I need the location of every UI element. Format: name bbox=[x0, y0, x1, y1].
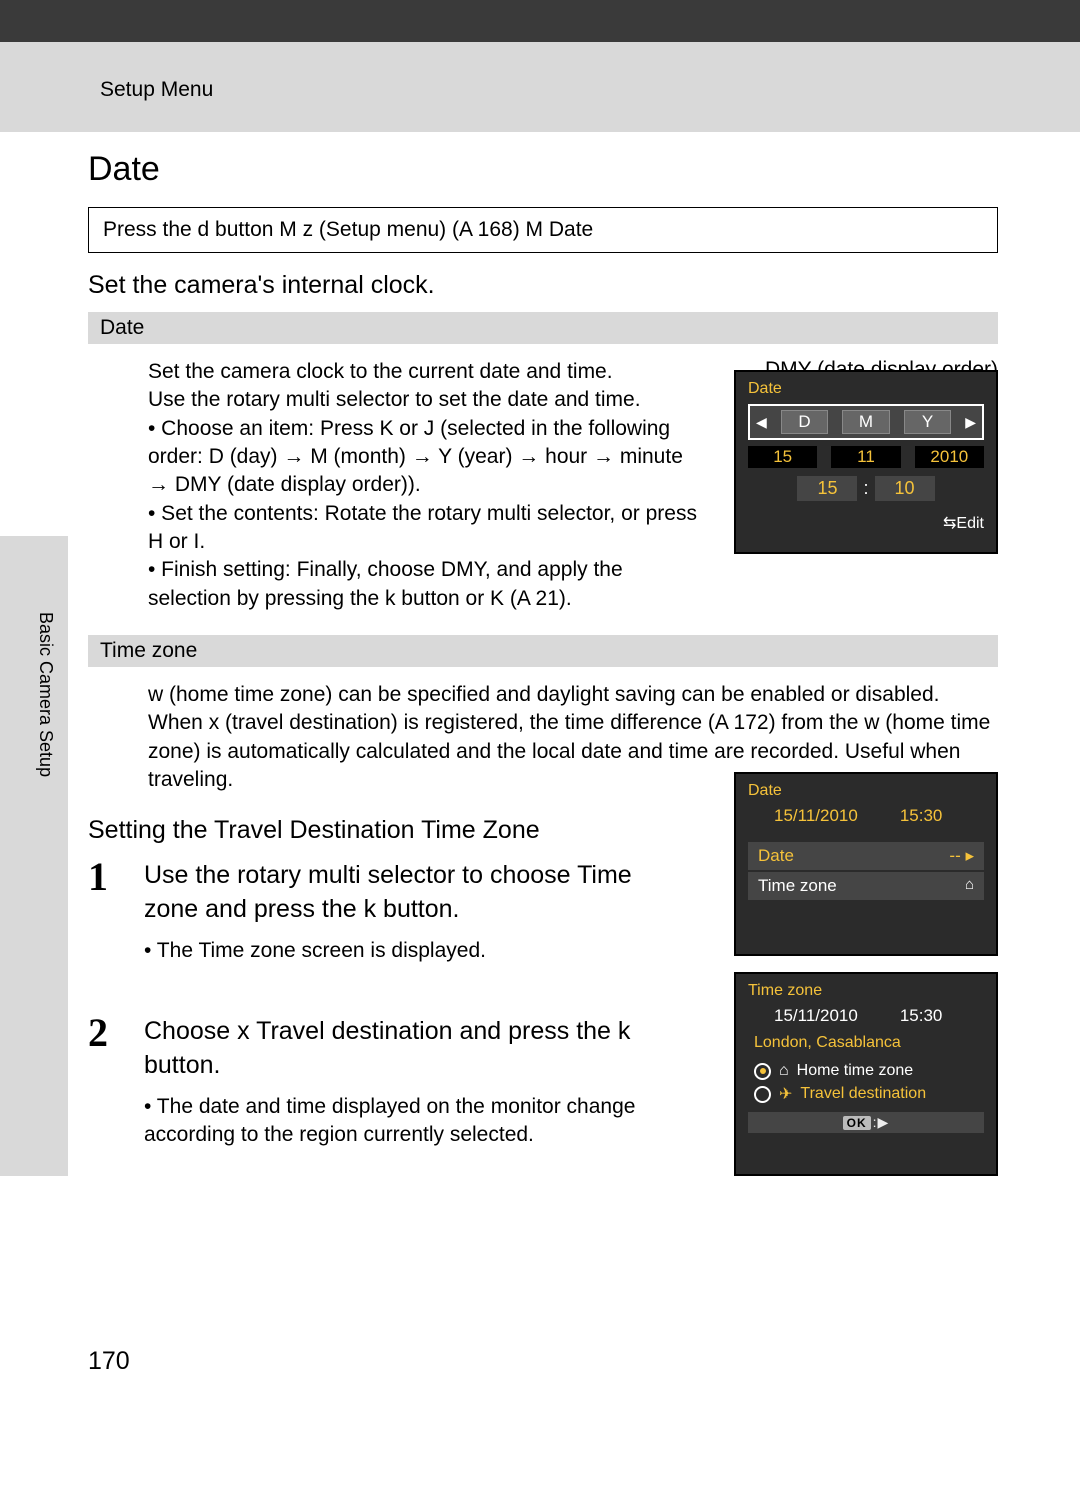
lcd1-month: 11 bbox=[831, 446, 900, 468]
plane-icon: ✈ bbox=[779, 1084, 792, 1104]
lcd2-date: 15/11/2010 bbox=[774, 806, 858, 826]
page-title: Date bbox=[88, 150, 998, 189]
header-light-bar: Setup Menu bbox=[0, 42, 1080, 132]
ok-badge: OK bbox=[843, 1116, 871, 1130]
lcd2-item-date: Date bbox=[758, 846, 794, 866]
step-2-note: • The date and time displayed on the mon… bbox=[144, 1093, 664, 1150]
step-2-num: 2 bbox=[88, 1009, 108, 1056]
lcd3-opt2: Travel destination bbox=[800, 1085, 926, 1103]
lcd2-item-tz: Time zone bbox=[758, 876, 837, 896]
side-tab-label: Basic Camera Setup bbox=[35, 612, 56, 777]
section-date-heading: Date bbox=[88, 312, 998, 344]
radio-home-icon bbox=[754, 1063, 771, 1080]
step-2-title: Choose x Travel destination and press th… bbox=[144, 1017, 630, 1079]
lcd1-Y: Y bbox=[904, 410, 951, 434]
lcd1-hour: 15 bbox=[797, 476, 857, 501]
lcd1-D: D bbox=[781, 410, 828, 434]
home-glyph-icon: ⌂ bbox=[779, 1062, 789, 1080]
lcd-date-screen: Date ◀ D M Y ▶ 15 11 2010 15:10 ⇆Edit bbox=[734, 370, 998, 554]
side-tab bbox=[0, 536, 68, 1176]
page-number: 170 bbox=[88, 1347, 130, 1376]
lcd3-time: 15:30 bbox=[900, 1006, 943, 1026]
dash-icon: -- ▸ bbox=[949, 846, 974, 866]
lcd1-year: 2010 bbox=[915, 446, 984, 468]
lcd3-title: Time zone bbox=[748, 982, 984, 1000]
lcd3-region: London, Casablanca bbox=[748, 1034, 984, 1052]
radio-travel-icon bbox=[754, 1086, 771, 1103]
date-body-text: Set the camera clock to the current date… bbox=[148, 358, 708, 613]
edit-arrows-icon: ⇆ bbox=[943, 513, 956, 533]
lcd3-ok-bar: OK:▶ bbox=[748, 1112, 984, 1133]
lcd-menu-screen: Date 15/11/2010 15:30 Date -- ▸ Time zon… bbox=[734, 772, 998, 956]
lead-text: Set the camera's internal clock. bbox=[88, 271, 998, 300]
lcd1-day: 15 bbox=[748, 446, 817, 468]
lcd2-title: Date bbox=[748, 782, 984, 800]
breadcrumb: Setup Menu bbox=[100, 78, 213, 102]
lcd3-date: 15/11/2010 bbox=[774, 1006, 858, 1026]
nav-path-box: Press the d button M z (Setup menu) (A 1… bbox=[88, 207, 998, 253]
step-1-title: Use the rotary multi selector to choose … bbox=[144, 861, 632, 923]
lcd1-edit: Edit bbox=[956, 515, 984, 532]
left-arrow-icon: ◀ bbox=[756, 414, 767, 431]
lcd1-title: Date bbox=[748, 380, 984, 398]
lcd2-time: 15:30 bbox=[900, 806, 943, 826]
lcd1-dmy-row: ◀ D M Y ▶ bbox=[748, 404, 984, 440]
lcd1-M: M bbox=[842, 410, 889, 434]
right-arrow-icon: ▶ bbox=[965, 414, 976, 431]
home-icon: ⌂ bbox=[965, 876, 974, 896]
lcd3-opt1: Home time zone bbox=[797, 1062, 914, 1080]
confirm-arrow-icon: :▶ bbox=[873, 1114, 890, 1130]
lcd1-minute: 10 bbox=[875, 476, 935, 501]
header-dark-bar bbox=[0, 0, 1080, 42]
lcd-timezone-screen: Time zone 15/11/2010 15:30 London, Casab… bbox=[734, 972, 998, 1176]
colon: : bbox=[857, 478, 874, 498]
step-1-note: • The Time zone screen is displayed. bbox=[144, 937, 664, 965]
section-tz-heading: Time zone bbox=[88, 635, 998, 667]
step-1-num: 1 bbox=[88, 853, 108, 900]
